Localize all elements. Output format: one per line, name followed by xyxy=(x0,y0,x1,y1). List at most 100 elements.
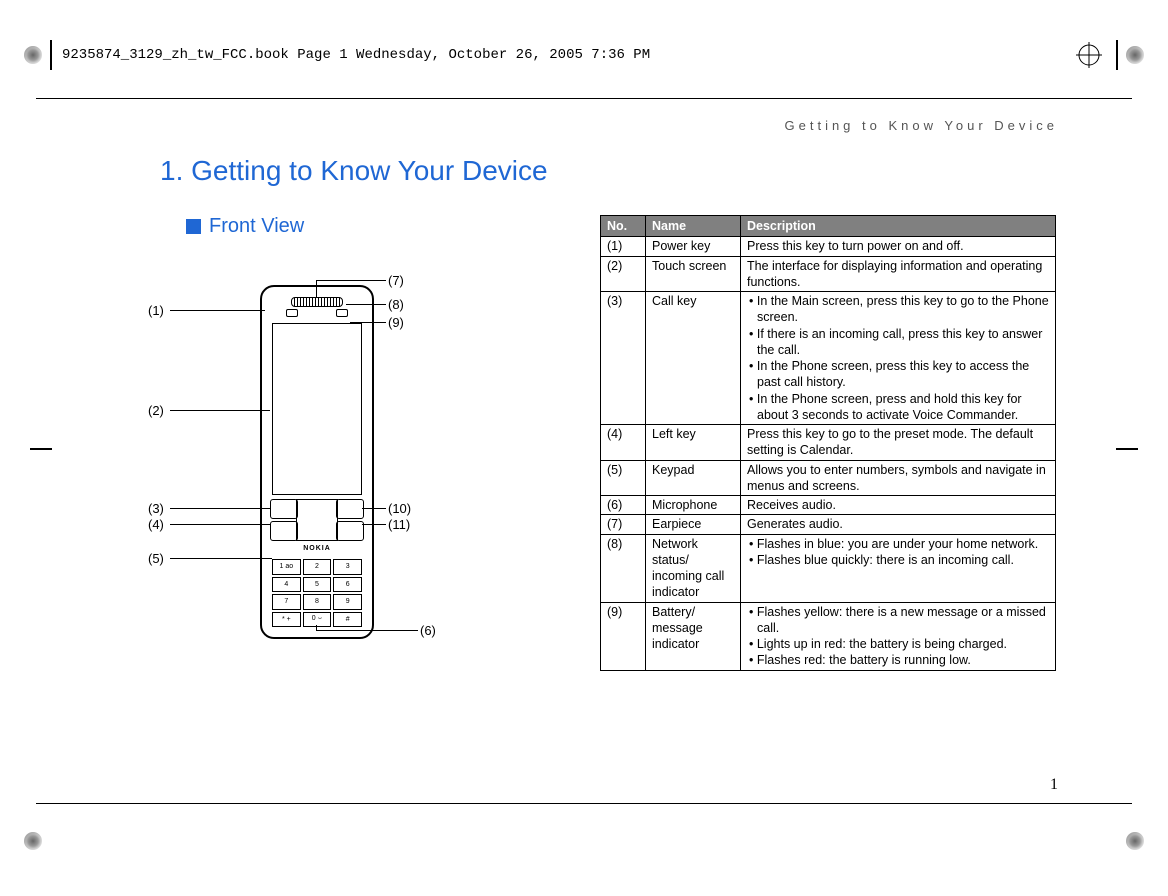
header-timestamp: 9235874_3129_zh_tw_FCC.book Page 1 Wedne… xyxy=(62,47,650,63)
cell-name: Earpiece xyxy=(646,515,741,534)
callout-2: (2) xyxy=(148,403,164,418)
register-mark-icon xyxy=(1076,42,1102,68)
key-1: 1 ao xyxy=(272,559,301,575)
table-row: (6)MicrophoneReceives audio. xyxy=(601,496,1056,515)
crop-mark-bottom-right xyxy=(1126,832,1144,850)
callout-5: (5) xyxy=(148,551,164,566)
cell-name: Power key xyxy=(646,237,741,256)
cell-name: Microphone xyxy=(646,496,741,515)
lead-8 xyxy=(346,304,386,305)
crop-mark-top-left xyxy=(24,46,42,64)
lead-7v xyxy=(316,280,317,298)
end-key-icon xyxy=(336,521,364,541)
cell-no: (3) xyxy=(601,292,646,425)
cell-desc: • In the Main screen, press this key to … xyxy=(741,292,1056,425)
cell-no: (2) xyxy=(601,256,646,292)
cell-desc: • Flashes yellow: there is a new message… xyxy=(741,602,1056,670)
cell-desc: Press this key to go to the preset mode.… xyxy=(741,425,1056,461)
cell-name: Network status/incoming call indicator xyxy=(646,534,741,602)
table-row: (5)KeypadAllows you to enter numbers, sy… xyxy=(601,460,1056,496)
cell-desc: Allows you to enter numbers, symbols and… xyxy=(741,460,1056,496)
key-7: 7 xyxy=(272,594,301,610)
lead-2 xyxy=(170,410,270,411)
lead-7h xyxy=(316,280,386,281)
lead-1 xyxy=(170,310,265,311)
th-no: No. xyxy=(601,216,646,237)
table-row: (1)Power keyPress this key to turn power… xyxy=(601,237,1056,256)
cell-name: Keypad xyxy=(646,460,741,496)
key-8: 8 xyxy=(303,594,332,610)
table-row: (7)EarpieceGenerates audio. xyxy=(601,515,1056,534)
parts-table: No. Name Description (1)Power keyPress t… xyxy=(600,215,1056,671)
table-row: (8)Network status/incoming call indicato… xyxy=(601,534,1056,602)
th-name: Name xyxy=(646,216,741,237)
battery-indicator-icon xyxy=(336,309,348,317)
callout-8: (8) xyxy=(388,297,404,312)
side-register-left xyxy=(30,448,52,450)
softkey-cluster xyxy=(270,499,364,543)
key-4: 4 xyxy=(272,577,301,593)
running-head: Getting to Know Your Device xyxy=(785,118,1059,133)
touch-screen-icon xyxy=(272,323,362,495)
lead-11 xyxy=(362,524,386,525)
bottom-rule xyxy=(36,803,1132,804)
device-front-diagram: NOKIA 1 ao 2 3 4 5 6 7 8 9 * + 0 ⌣ # (1)… xyxy=(130,255,490,685)
callout-7: (7) xyxy=(388,273,404,288)
network-indicator-icon xyxy=(286,309,298,317)
earpiece-icon xyxy=(291,297,343,307)
key-star: * + xyxy=(272,612,301,628)
table-row: (4)Left keyPress this key to go to the p… xyxy=(601,425,1056,461)
cell-name: Left key xyxy=(646,425,741,461)
key-9: 9 xyxy=(333,594,362,610)
section-bullet-icon xyxy=(186,219,201,234)
key-3: 3 xyxy=(333,559,362,575)
callout-1: (1) xyxy=(148,303,164,318)
cell-desc: • Flashes in blue: you are under your ho… xyxy=(741,534,1056,602)
section-heading: Front View xyxy=(186,215,304,238)
key-5: 5 xyxy=(303,577,332,593)
cell-no: (1) xyxy=(601,237,646,256)
lead-6h xyxy=(316,630,418,631)
lead-5 xyxy=(170,558,272,559)
cell-desc: The interface for displaying information… xyxy=(741,256,1056,292)
cell-no: (6) xyxy=(601,496,646,515)
keypad-icon: 1 ao 2 3 4 5 6 7 8 9 * + 0 ⌣ # xyxy=(272,559,362,627)
crop-tick-right xyxy=(1116,40,1118,70)
lead-6v xyxy=(316,625,317,631)
cell-no: (8) xyxy=(601,534,646,602)
lead-10 xyxy=(362,508,386,509)
cell-name: Call key xyxy=(646,292,741,425)
callout-6: (6) xyxy=(420,623,436,638)
chapter-title: 1. Getting to Know Your Device xyxy=(160,155,548,187)
lead-3 xyxy=(170,508,270,509)
crop-tick-left xyxy=(50,40,52,70)
lead-9 xyxy=(350,322,386,323)
callout-11: (11) xyxy=(388,517,410,532)
callout-4: (4) xyxy=(148,517,164,532)
table-row: (3)Call key• In the Main screen, press t… xyxy=(601,292,1056,425)
callout-9: (9) xyxy=(388,315,404,330)
table-row: (9)Battery/message indicator• Flashes ye… xyxy=(601,602,1056,670)
right-softkey-icon xyxy=(336,499,364,519)
crop-mark-bottom-left xyxy=(24,832,42,850)
brand-label: NOKIA xyxy=(262,545,372,552)
cell-no: (4) xyxy=(601,425,646,461)
cell-name: Touch screen xyxy=(646,256,741,292)
key-2: 2 xyxy=(303,559,332,575)
cell-desc: Generates audio. xyxy=(741,515,1056,534)
cell-no: (7) xyxy=(601,515,646,534)
left-key-icon xyxy=(270,521,298,541)
lead-4 xyxy=(170,524,270,525)
key-6: 6 xyxy=(333,577,362,593)
page-number: 1 xyxy=(1050,776,1058,794)
cell-name: Battery/message indicator xyxy=(646,602,741,670)
th-desc: Description xyxy=(741,216,1056,237)
cell-desc: Receives audio. xyxy=(741,496,1056,515)
crop-mark-top-right xyxy=(1126,46,1144,64)
callout-3: (3) xyxy=(148,501,164,516)
phone-body: NOKIA 1 ao 2 3 4 5 6 7 8 9 * + 0 ⌣ # xyxy=(260,285,374,639)
side-register-right xyxy=(1116,448,1138,450)
call-key-icon xyxy=(270,499,298,519)
cell-desc: Press this key to turn power on and off. xyxy=(741,237,1056,256)
callout-10: (10) xyxy=(388,501,411,516)
